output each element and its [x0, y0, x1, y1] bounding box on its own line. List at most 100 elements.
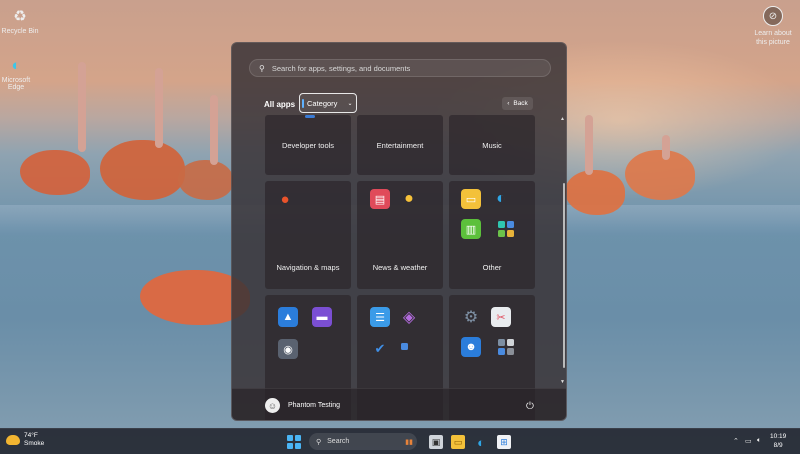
category-tile-news-weather[interactable]: ▤ ● News & weather — [357, 181, 443, 289]
category-title: Entertainment — [376, 141, 424, 150]
weather-temp: 74°F — [24, 432, 38, 439]
edge-icon: ◐ — [496, 190, 506, 207]
chevron-left-icon: ‹ — [507, 100, 510, 107]
edge-icon: ◐ — [11, 56, 21, 74]
edge-label: Microsoft Edge — [1, 77, 31, 91]
learn-label: Learn about this picture — [754, 30, 792, 46]
start-search-input[interactable]: ⚲ Search for apps, settings, and documen… — [249, 59, 551, 77]
recycle-bin-icon: ♻ — [13, 8, 27, 25]
spreadsheet-icon: ▥ — [461, 219, 481, 239]
mini-app-icon — [507, 348, 514, 355]
file-explorer-icon: ▭ — [461, 189, 481, 209]
mini-app-icon — [498, 339, 505, 346]
edge-icon[interactable]: ◐ — [474, 435, 488, 450]
search-icon: ⚲ — [259, 63, 265, 73]
category-tile-entertainment[interactable]: Entertainment — [357, 115, 443, 175]
category-title: Developer tools — [281, 141, 335, 150]
wallpaper-flamingo — [178, 160, 233, 200]
camera-icon: ◉ — [278, 339, 298, 359]
photos-icon: ▲ — [278, 307, 298, 327]
wallpaper-flamingo — [100, 140, 185, 200]
category-tile-other[interactable]: ▭ ◐ ▥ Other — [449, 181, 535, 289]
dropdown-accent — [302, 99, 304, 108]
chevron-up-icon[interactable]: ⌃ — [733, 437, 739, 445]
notepad-icon: ☰ — [370, 307, 390, 327]
taskbar: 74°F Smoke ⚲ Search ▮▮ ▣ ▭ ◐ ⊞ ⌃ ▭ 🔈︎ 10… — [0, 428, 800, 454]
mini-app-icon — [507, 339, 514, 346]
category-tile-navigation-maps[interactable]: ● Navigation & maps — [265, 181, 351, 289]
start-button[interactable] — [287, 435, 301, 449]
scrollbar-thumb[interactable] — [563, 183, 565, 368]
power-icon[interactable]: ⏻ — [524, 400, 536, 412]
scroll-up-arrow[interactable]: ▲ — [560, 116, 565, 122]
weather-condition: Smoke — [24, 440, 45, 447]
weather-icon — [6, 435, 20, 445]
learn-about-picture[interactable]: ⊘ Learn about this picture — [748, 6, 798, 47]
recycle-bin-label: Recycle Bin — [1, 28, 39, 35]
scroll-down-arrow[interactable]: ▼ — [560, 379, 565, 385]
task-view-icon[interactable]: ▣ — [429, 435, 443, 449]
mini-app-icon — [507, 230, 514, 237]
category-title: News & weather — [372, 263, 428, 272]
search-highlight-icon: ▮▮ — [405, 438, 413, 446]
wallpaper-flamingo-neck — [155, 68, 163, 148]
windows-logo-pane — [294, 442, 301, 449]
app-icon — [305, 115, 315, 118]
mini-app-icon — [498, 230, 505, 237]
view-dropdown[interactable]: Category ⌄ — [299, 93, 357, 113]
back-label: Back — [513, 100, 528, 107]
store-icon[interactable]: ⊞ — [497, 435, 511, 449]
windows-logo-pane — [287, 442, 293, 449]
mini-app-icon — [498, 221, 505, 228]
user-avatar-icon[interactable]: ☺ — [265, 398, 280, 413]
copilot-icon: ◈ — [402, 309, 416, 326]
network-icon[interactable]: ▭ — [745, 437, 752, 445]
volume-icon[interactable]: 🔈︎ — [757, 437, 761, 445]
back-button[interactable]: ‹ Back — [502, 97, 533, 110]
wallpaper-flamingo-neck — [662, 135, 670, 160]
news-icon: ▤ — [370, 189, 390, 209]
clock[interactable]: 10:19 8/9 — [770, 432, 786, 450]
wallpaper-flamingo-neck — [585, 115, 593, 175]
wallpaper-flamingo-neck — [210, 95, 218, 165]
windows-logo-pane — [294, 435, 301, 442]
category-tile-developer-tools[interactable]: Developer tools — [265, 115, 351, 175]
edge-shortcut[interactable]: ◐ Microsoft Edge — [0, 55, 38, 92]
wallpaper-flamingo — [20, 150, 90, 195]
wallpaper-flamingo — [625, 150, 695, 200]
recycle-bin-shortcut[interactable]: ♻ Recycle Bin — [0, 6, 42, 35]
category-grid: Developer tools Entertainment Music ● Na… — [265, 115, 535, 420]
taskbar-search-label: Search — [327, 438, 350, 445]
snipping-tool-icon: ✂ — [491, 307, 511, 327]
wallpaper-flamingo-neck — [78, 62, 86, 152]
all-apps-heading: All apps — [264, 100, 296, 109]
wallpaper-flamingo — [565, 170, 625, 215]
category-title: Music — [482, 141, 502, 150]
taskbar-search[interactable]: ⚲ Search ▮▮ — [309, 433, 417, 450]
category-tile-music[interactable]: Music — [449, 115, 535, 175]
settings-icon: ⚙ — [463, 309, 479, 326]
mini-app-icon — [507, 221, 514, 228]
mini-app-icon — [401, 343, 408, 350]
clock-time: 10:19 — [770, 433, 787, 440]
clipchamp-icon: ▬ — [312, 307, 332, 327]
view-dropdown-value: Category — [307, 98, 338, 108]
weather-widget[interactable]: 74°F Smoke — [6, 432, 44, 448]
category-title: Other — [482, 263, 502, 272]
user-name[interactable]: Phantom Testing — [288, 402, 340, 409]
category-title: Navigation & maps — [276, 263, 340, 272]
todo-icon: ✔ — [374, 341, 386, 356]
start-menu: ⚲ Search for apps, settings, and documen… — [231, 42, 567, 421]
maps-icon: ● — [280, 190, 290, 208]
file-explorer-icon[interactable]: ▭ — [451, 435, 465, 449]
start-search-placeholder: Search for apps, settings, and documents — [271, 63, 411, 73]
chevron-down-icon: ⌄ — [347, 100, 353, 107]
mini-app-icon — [498, 348, 505, 355]
weather-icon: ● — [404, 190, 414, 207]
camera-icon: ⊘ — [763, 6, 783, 26]
windows-logo-pane — [287, 435, 293, 442]
people-icon: ☻ — [461, 337, 481, 357]
search-icon: ⚲ — [316, 438, 322, 446]
user-bar: ☺ Phantom Testing ⏻ — [232, 388, 566, 420]
clock-date: 8/9 — [773, 442, 783, 449]
